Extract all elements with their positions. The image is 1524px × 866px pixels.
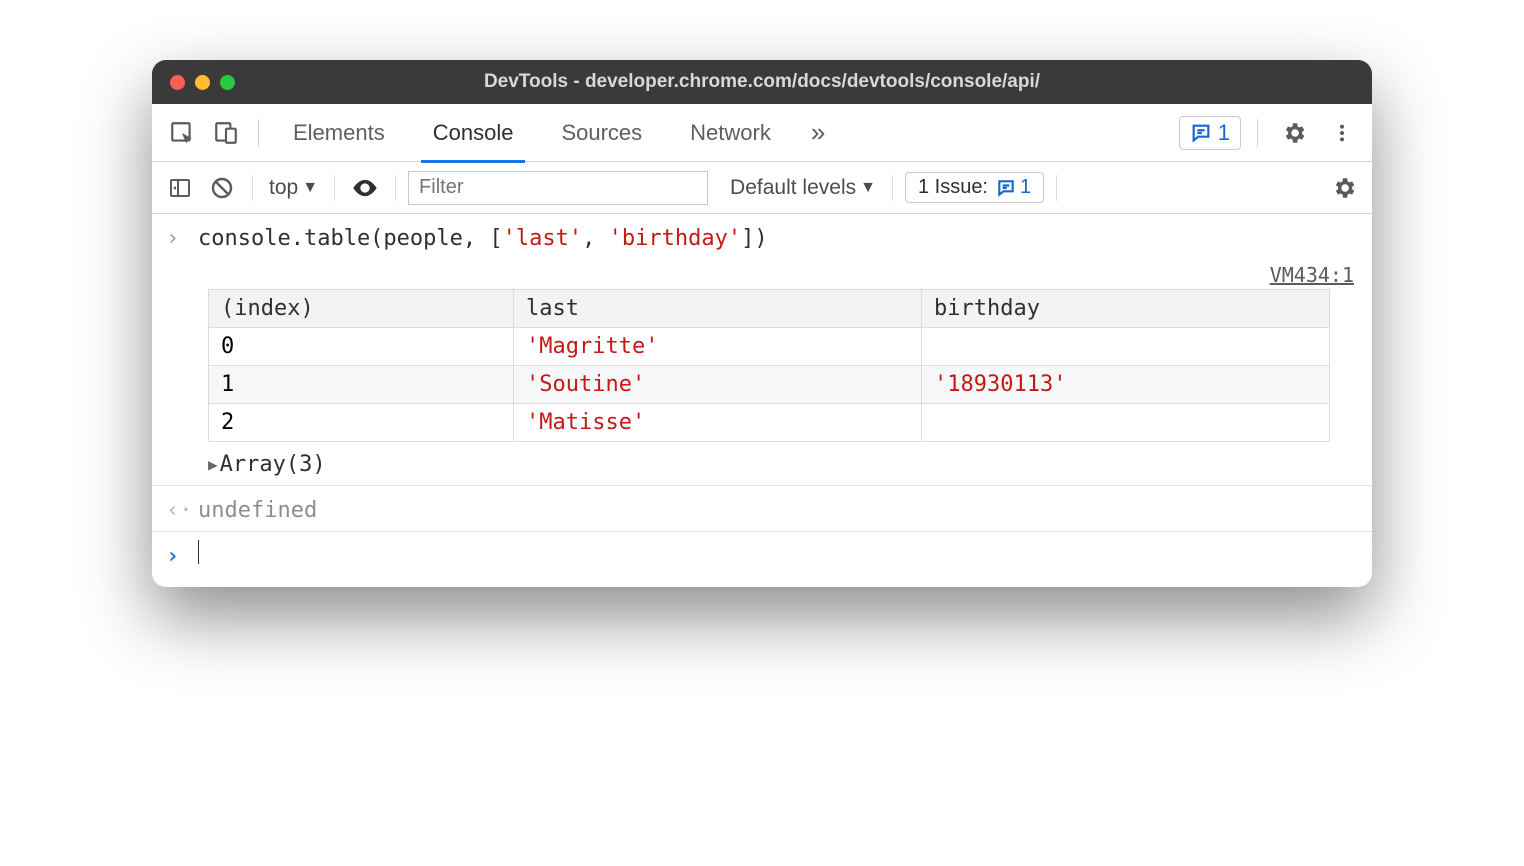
more-options-icon[interactable] (1322, 113, 1362, 153)
sidebar-toggle-icon[interactable] (162, 170, 198, 206)
divider (1257, 119, 1258, 147)
input-chevron-icon: › (166, 222, 186, 255)
text-caret (198, 540, 199, 564)
table-cell-value: '18930113' (922, 366, 1330, 404)
table-header[interactable]: birthday (922, 290, 1330, 328)
zoom-window-button[interactable] (220, 75, 235, 90)
dropdown-caret-icon: ▼ (302, 179, 318, 197)
console-output: › console.table(people, ['last', 'birthd… (152, 214, 1372, 587)
table-cell-index: 0 (209, 328, 514, 366)
table-cell-value (922, 404, 1330, 442)
issues-chat-count: 1 (1218, 120, 1230, 146)
log-levels-dropdown[interactable]: Default levels ▼ (726, 176, 880, 200)
divider (892, 175, 893, 201)
table-cell-value (922, 328, 1330, 366)
tabs-overflow-icon[interactable]: » (797, 117, 839, 148)
table-header[interactable]: last (514, 290, 922, 328)
console-table-output: (index) last birthday 0 'Magritte' 1 'So… (152, 289, 1372, 448)
execution-context-label: top (269, 176, 298, 200)
table-cell-index: 1 (209, 366, 514, 404)
divider (395, 175, 396, 201)
table-cell-value: 'Matisse' (514, 404, 922, 442)
devtools-window: DevTools - developer.chrome.com/docs/dev… (152, 60, 1372, 587)
return-chevron-icon: ‹· (166, 494, 186, 527)
inspect-element-icon[interactable] (162, 113, 202, 153)
return-value: undefined (198, 494, 317, 527)
divider (1056, 175, 1057, 201)
array-summary-text: Array(3) (220, 452, 326, 477)
prompt-chevron-icon: › (166, 540, 186, 573)
issues-count: 1 (1020, 176, 1031, 199)
clear-console-icon[interactable] (204, 170, 240, 206)
console-settings-gear-icon[interactable] (1326, 170, 1362, 206)
console-prompt-line[interactable]: › (152, 532, 1372, 587)
table-cell-value: 'Magritte' (514, 328, 922, 366)
tab-sources[interactable]: Sources (539, 104, 664, 162)
disclosure-triangle-icon: ▶ (208, 455, 218, 474)
output-table: (index) last birthday 0 'Magritte' 1 'So… (208, 289, 1330, 442)
tabs-row: Elements Console Sources Network » 1 (152, 104, 1372, 162)
vm-source-link[interactable]: VM434:1 (152, 259, 1372, 289)
settings-gear-icon[interactable] (1274, 113, 1314, 153)
tab-network[interactable]: Network (668, 104, 793, 162)
issues-prefix: 1 Issue: (918, 176, 988, 199)
filter-input[interactable] (408, 171, 708, 205)
device-toolbar-icon[interactable] (206, 113, 246, 153)
table-cell-value: 'Soutine' (514, 366, 922, 404)
table-header[interactable]: (index) (209, 290, 514, 328)
execution-context-dropdown[interactable]: top ▼ (265, 176, 322, 200)
divider (252, 175, 253, 201)
divider (334, 175, 335, 201)
minimize-window-button[interactable] (195, 75, 210, 90)
table-row[interactable]: 1 'Soutine' '18930113' (209, 366, 1330, 404)
array-summary[interactable]: ▶ Array(3) (152, 448, 1372, 485)
table-row[interactable]: 2 'Matisse' (209, 404, 1330, 442)
console-toolbar: top ▼ Default levels ▼ 1 Issue: 1 (152, 162, 1372, 214)
console-input-line[interactable]: › console.table(people, ['last', 'birthd… (152, 214, 1372, 259)
table-cell-index: 2 (209, 404, 514, 442)
live-expression-eye-icon[interactable] (347, 170, 383, 206)
dropdown-caret-icon: ▼ (860, 179, 876, 197)
tab-elements[interactable]: Elements (271, 104, 407, 162)
console-return-line: ‹· undefined (152, 486, 1372, 531)
tab-console[interactable]: Console (411, 104, 536, 162)
table-row[interactable]: 0 'Magritte' (209, 328, 1330, 366)
divider (258, 119, 259, 147)
log-levels-label: Default levels (730, 176, 856, 200)
window-title: DevTools - developer.chrome.com/docs/dev… (152, 71, 1372, 93)
issues-button[interactable]: 1 Issue: 1 (905, 172, 1044, 203)
traffic-lights (170, 75, 235, 90)
console-input-text: console.table(people, ['last', 'birthday… (198, 222, 768, 255)
titlebar: DevTools - developer.chrome.com/docs/dev… (152, 60, 1372, 104)
close-window-button[interactable] (170, 75, 185, 90)
issues-chat-badge[interactable]: 1 (1179, 116, 1241, 150)
